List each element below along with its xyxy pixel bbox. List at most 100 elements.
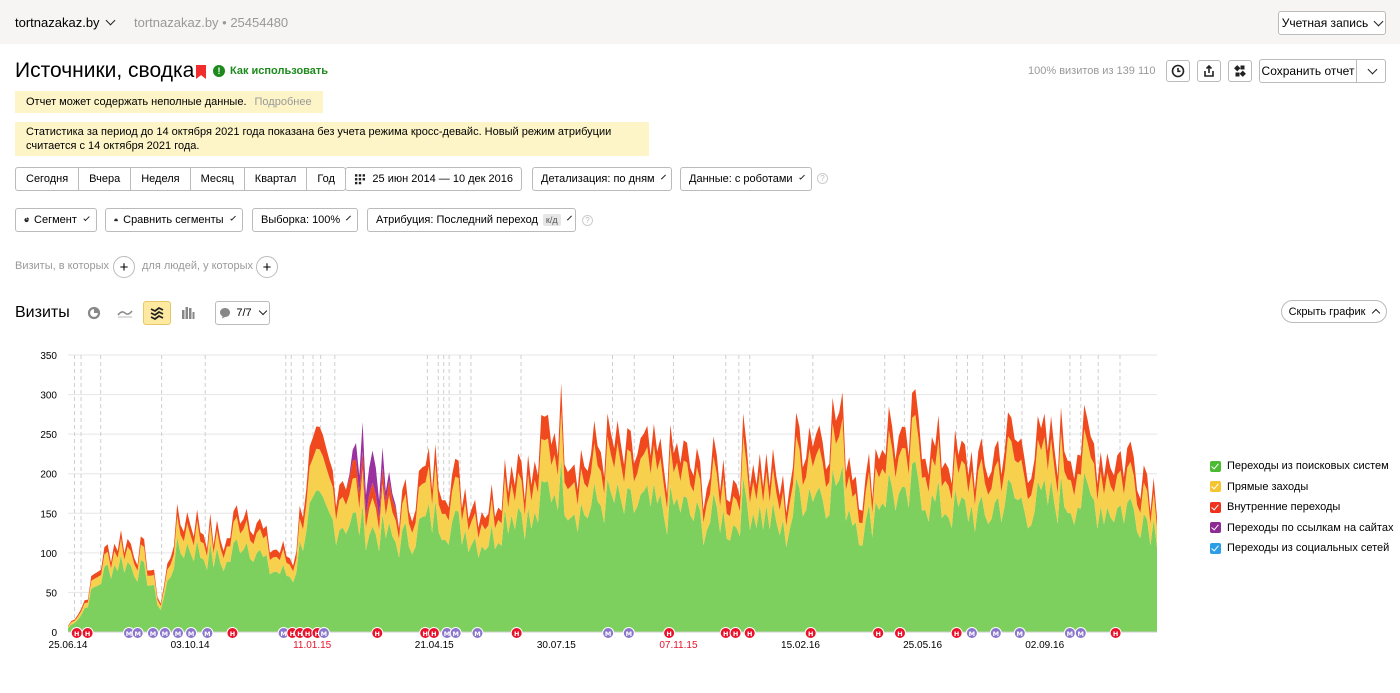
x-tick-label: 07.11.15 [659, 640, 698, 651]
add-people-condition-button[interactable]: + [256, 256, 278, 278]
save-report-button[interactable]: Сохранить отчет [1259, 59, 1357, 83]
holiday-marker[interactable]: H [729, 627, 742, 639]
note-marker[interactable]: M [1013, 627, 1026, 639]
y-tick-label: 150 [40, 509, 57, 520]
help-icon[interactable]: ? [582, 215, 593, 226]
holiday-marker[interactable]: H [872, 627, 885, 639]
y-tick-label: 100 [40, 549, 57, 560]
period-quarter[interactable]: Квартал [245, 168, 308, 190]
data-dropdown[interactable]: Данные: с роботами [680, 167, 812, 191]
holiday-marker[interactable]: H [427, 627, 440, 639]
legend-item-direct[interactable]: Прямые заходы [1210, 477, 1393, 498]
note-marker[interactable]: M [146, 627, 159, 639]
line-chart-toggle[interactable] [111, 301, 139, 325]
note-marker[interactable]: M [602, 627, 615, 639]
holiday-marker[interactable]: H [371, 627, 384, 639]
legend-label: Внутренние переходы [1227, 501, 1341, 514]
attribution-dropdown[interactable]: Атрибуция: Последний переход к/д [367, 208, 576, 232]
note-marker[interactable]: M [622, 627, 635, 639]
legend-item-search[interactable]: Переходы из поисковых систем [1210, 456, 1393, 477]
help-icon[interactable]: ? [817, 173, 828, 184]
note-marker[interactable]: M [158, 627, 171, 639]
date-range-button[interactable]: 25 июн 2014 — 10 дек 2016 [345, 167, 522, 191]
top-bar: tortnazakaz.by tortnazakaz.by • 25454480… [0, 0, 1400, 44]
bar-chart-toggle[interactable] [174, 301, 202, 325]
period-today[interactable]: Сегодня [16, 168, 80, 190]
legend-item-links[interactable]: Переходы по ссылкам на сайтах [1210, 518, 1393, 539]
save-options-dropdown[interactable] [1356, 59, 1386, 83]
period-month[interactable]: Месяц [191, 168, 245, 190]
howto-label: Как использовать [230, 65, 329, 77]
x-tick-label: 25.06.14 [49, 640, 88, 651]
note-marker[interactable]: M [185, 627, 198, 639]
bar-chart-icon [182, 307, 195, 319]
sample-dropdown[interactable]: Выборка: 100% [252, 208, 358, 232]
svg-text:M: M [134, 630, 140, 638]
svg-text:M: M [452, 630, 458, 638]
comment-icon [220, 308, 231, 319]
legend-item-internal[interactable]: Внутренние переходы [1210, 497, 1393, 518]
pie-chart-toggle[interactable] [80, 301, 108, 325]
holiday-marker[interactable]: H [70, 627, 83, 639]
period-yesterday[interactable]: Вчера [79, 168, 132, 190]
note-marker[interactable]: M [171, 627, 184, 639]
account-button[interactable]: Учетная запись [1278, 11, 1386, 35]
svg-text:H: H [514, 630, 519, 638]
note-marker[interactable]: M [1074, 627, 1087, 639]
segment-dropdown[interactable]: Сегмент [15, 208, 97, 232]
api-icon [1234, 65, 1246, 77]
attribution-label: Атрибуция: Последний переход [376, 214, 538, 226]
svg-text:H: H [1113, 630, 1118, 638]
site-switcher[interactable]: tortnazakaz.by [15, 15, 115, 30]
export-button[interactable] [1197, 60, 1221, 82]
svg-text:M: M [188, 630, 194, 638]
svg-text:H: H [666, 630, 671, 638]
chevron-down-icon [83, 214, 90, 222]
history-button[interactable] [1166, 60, 1190, 82]
checkbox-icon [1210, 501, 1221, 513]
period-year[interactable]: Год [307, 168, 345, 190]
detail-dropdown[interactable]: Детализация: по дням [532, 167, 672, 191]
legend-label: Переходы по ссылкам на сайтах [1227, 521, 1394, 534]
incomplete-data-notice: Отчет может содержать неполные данные. П… [15, 91, 323, 113]
holiday-marker[interactable]: H [226, 627, 239, 639]
legend-item-social[interactable]: Переходы из социальных сетей [1210, 538, 1393, 559]
holiday-marker[interactable]: H [743, 627, 756, 639]
area-chart-toggle[interactable] [143, 301, 171, 325]
info-icon: ! [213, 65, 225, 77]
holiday-marker[interactable]: H [950, 627, 963, 639]
svg-text:H: H [375, 630, 380, 638]
bookmark-icon[interactable] [196, 65, 206, 79]
holiday-marker[interactable]: H [804, 627, 817, 639]
note-marker[interactable]: M [131, 627, 144, 639]
hide-chart-label: Скрыть график [1288, 305, 1366, 318]
notes-dropdown[interactable]: 7/7 [215, 301, 270, 325]
note-marker[interactable]: M [317, 627, 330, 639]
holiday-marker[interactable]: H [893, 627, 906, 639]
compare-segments-dropdown[interactable]: Сравнить сегменты [105, 208, 243, 232]
period-selector: Сегодня Вчера Неделя Месяц Квартал Год [15, 167, 346, 191]
holiday-marker[interactable]: H [1109, 627, 1122, 639]
y-tick-label: 0 [51, 628, 57, 639]
holiday-marker[interactable]: H [663, 627, 676, 639]
note-marker[interactable]: M [1063, 627, 1076, 639]
add-visit-condition-button[interactable]: + [113, 256, 135, 278]
notes-count: 7/7 [236, 307, 252, 319]
holiday-marker[interactable]: H [81, 627, 94, 639]
api-button[interactable] [1228, 60, 1252, 82]
holiday-marker[interactable]: H [510, 627, 523, 639]
period-week[interactable]: Неделя [131, 168, 191, 190]
more-link[interactable]: Подробнее [255, 96, 312, 108]
note-marker[interactable]: M [471, 627, 484, 639]
y-tick-label: 300 [40, 391, 57, 402]
note-marker[interactable]: M [989, 627, 1002, 639]
chevron-down-icon [798, 174, 805, 180]
visits-chart[interactable]: 050100150200250300350H H M M M M M M M H M H H H H M H H H… [0, 340, 1170, 660]
note-marker[interactable]: M [201, 627, 214, 639]
hide-chart-button[interactable]: Скрыть график [1281, 300, 1387, 323]
date-range-label: 25 июн 2014 — 10 дек 2016 [372, 173, 513, 185]
howto-link[interactable]: ! Как использовать [213, 65, 328, 77]
svg-text:M: M [162, 630, 168, 638]
note-marker[interactable]: M [449, 627, 462, 639]
note-marker[interactable]: M [965, 627, 978, 639]
